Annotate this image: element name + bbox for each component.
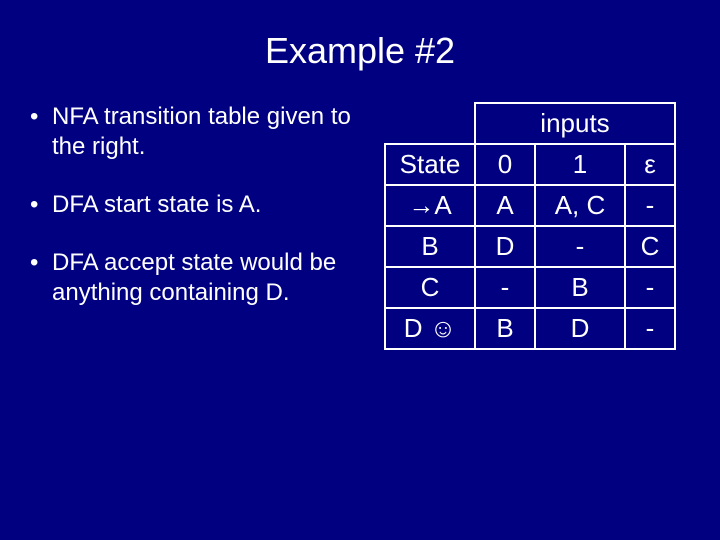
cell: D (535, 308, 625, 349)
cell: B (475, 308, 535, 349)
table-row: B D - C (385, 226, 675, 267)
cell: - (475, 267, 535, 308)
table-row: C - B - (385, 267, 675, 308)
bullet-list: NFA transition table given to the right.… (30, 102, 370, 336)
cell: - (625, 308, 675, 349)
cell: B (535, 267, 625, 308)
cell: - (625, 185, 675, 226)
cell: - (535, 226, 625, 267)
table-row: →A A A, C - (385, 185, 675, 226)
slide-title: Example #2 (30, 30, 690, 72)
table-row: D ☺ B D - (385, 308, 675, 349)
slide: Example #2 NFA transition table given to… (0, 0, 720, 540)
table-header-row-2: State 0 1 ε (385, 144, 675, 185)
cell: A, C (535, 185, 625, 226)
state-cell: →A (385, 185, 475, 226)
state-cell: C (385, 267, 475, 308)
blank-cell (385, 103, 475, 144)
bullet-item: DFA accept state would be anything conta… (30, 248, 370, 308)
state-cell: B (385, 226, 475, 267)
col-0-header: 0 (475, 144, 535, 185)
state-header: State (385, 144, 475, 185)
col-epsilon-header: ε (625, 144, 675, 185)
col-1-header: 1 (535, 144, 625, 185)
transition-table: inputs State 0 1 ε →A A A, C - B D - (384, 102, 676, 350)
cell: - (625, 267, 675, 308)
table-header-row-1: inputs (385, 103, 675, 144)
cell: A (475, 185, 535, 226)
slide-body: NFA transition table given to the right.… (30, 102, 690, 350)
cell: D (475, 226, 535, 267)
bullet-item: DFA start state is A. (30, 190, 370, 220)
state-cell: D ☺ (385, 308, 475, 349)
bullet-item: NFA transition table given to the right. (30, 102, 370, 162)
cell: C (625, 226, 675, 267)
inputs-header: inputs (475, 103, 675, 144)
transition-table-wrap: inputs State 0 1 ε →A A A, C - B D - (370, 102, 690, 350)
